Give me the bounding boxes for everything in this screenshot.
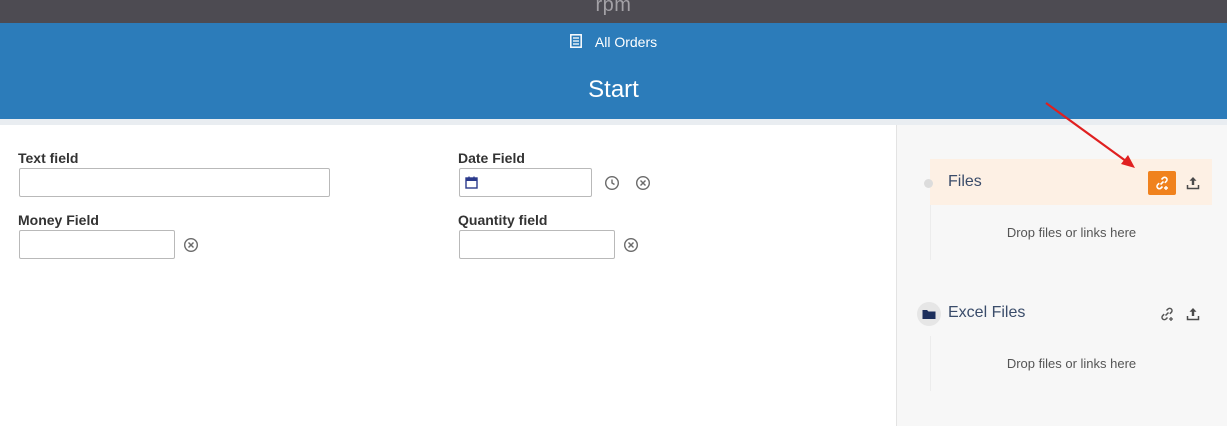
quantity-field-label: Quantity field — [458, 212, 548, 228]
money-field-label: Money Field — [18, 212, 99, 228]
document-icon — [569, 34, 582, 48]
form-area: Text field Date Field Money Field Quanti… — [0, 125, 896, 426]
breadcrumb-label[interactable]: All Orders — [595, 34, 657, 50]
section-dot — [924, 179, 933, 188]
files-section-title: Files — [948, 173, 982, 190]
excel-files-section-header: Excel Files — [917, 290, 1212, 336]
excel-files-section-title: Excel Files — [948, 304, 1026, 321]
add-link-button-excel[interactable] — [1158, 302, 1176, 326]
folder-icon — [917, 302, 941, 326]
files-drop-zone[interactable]: Drop files or links here — [930, 205, 1212, 260]
calendar-icon[interactable] — [465, 176, 478, 189]
text-field-label: Text field — [18, 150, 79, 166]
quantity-field-input[interactable] — [459, 230, 615, 259]
clear-quantity-icon[interactable] — [623, 237, 639, 253]
link-add-icon — [1161, 307, 1173, 321]
upload-button-excel[interactable] — [1184, 302, 1202, 326]
brand-logo: rpm — [595, 0, 632, 16]
money-field-input[interactable] — [19, 230, 175, 259]
text-field-input[interactable] — [19, 168, 330, 197]
add-link-button[interactable] — [1148, 171, 1176, 195]
page-header: All Orders Start — [0, 23, 1227, 119]
files-section: Files Drop files or links here — [924, 159, 1212, 260]
date-field-input[interactable] — [459, 168, 592, 197]
date-field-label: Date Field — [458, 150, 525, 166]
link-add-icon — [1156, 176, 1168, 190]
files-section-header: Files — [924, 159, 1212, 205]
clear-date-icon[interactable] — [635, 175, 651, 191]
upload-icon — [1186, 308, 1200, 321]
clock-icon[interactable] — [604, 175, 620, 191]
clear-money-icon[interactable] — [183, 237, 199, 253]
excel-files-drop-zone[interactable]: Drop files or links here — [930, 336, 1212, 391]
files-sidebar: Files Drop files or links here Excel Fil… — [896, 125, 1227, 426]
breadcrumb[interactable]: All Orders — [0, 34, 1227, 50]
upload-button[interactable] — [1184, 171, 1202, 195]
top-bar: rpm — [0, 0, 1227, 23]
excel-files-section: Excel Files Drop files or links here — [917, 290, 1212, 391]
upload-icon — [1186, 177, 1200, 190]
page-title: Start — [588, 76, 639, 103]
